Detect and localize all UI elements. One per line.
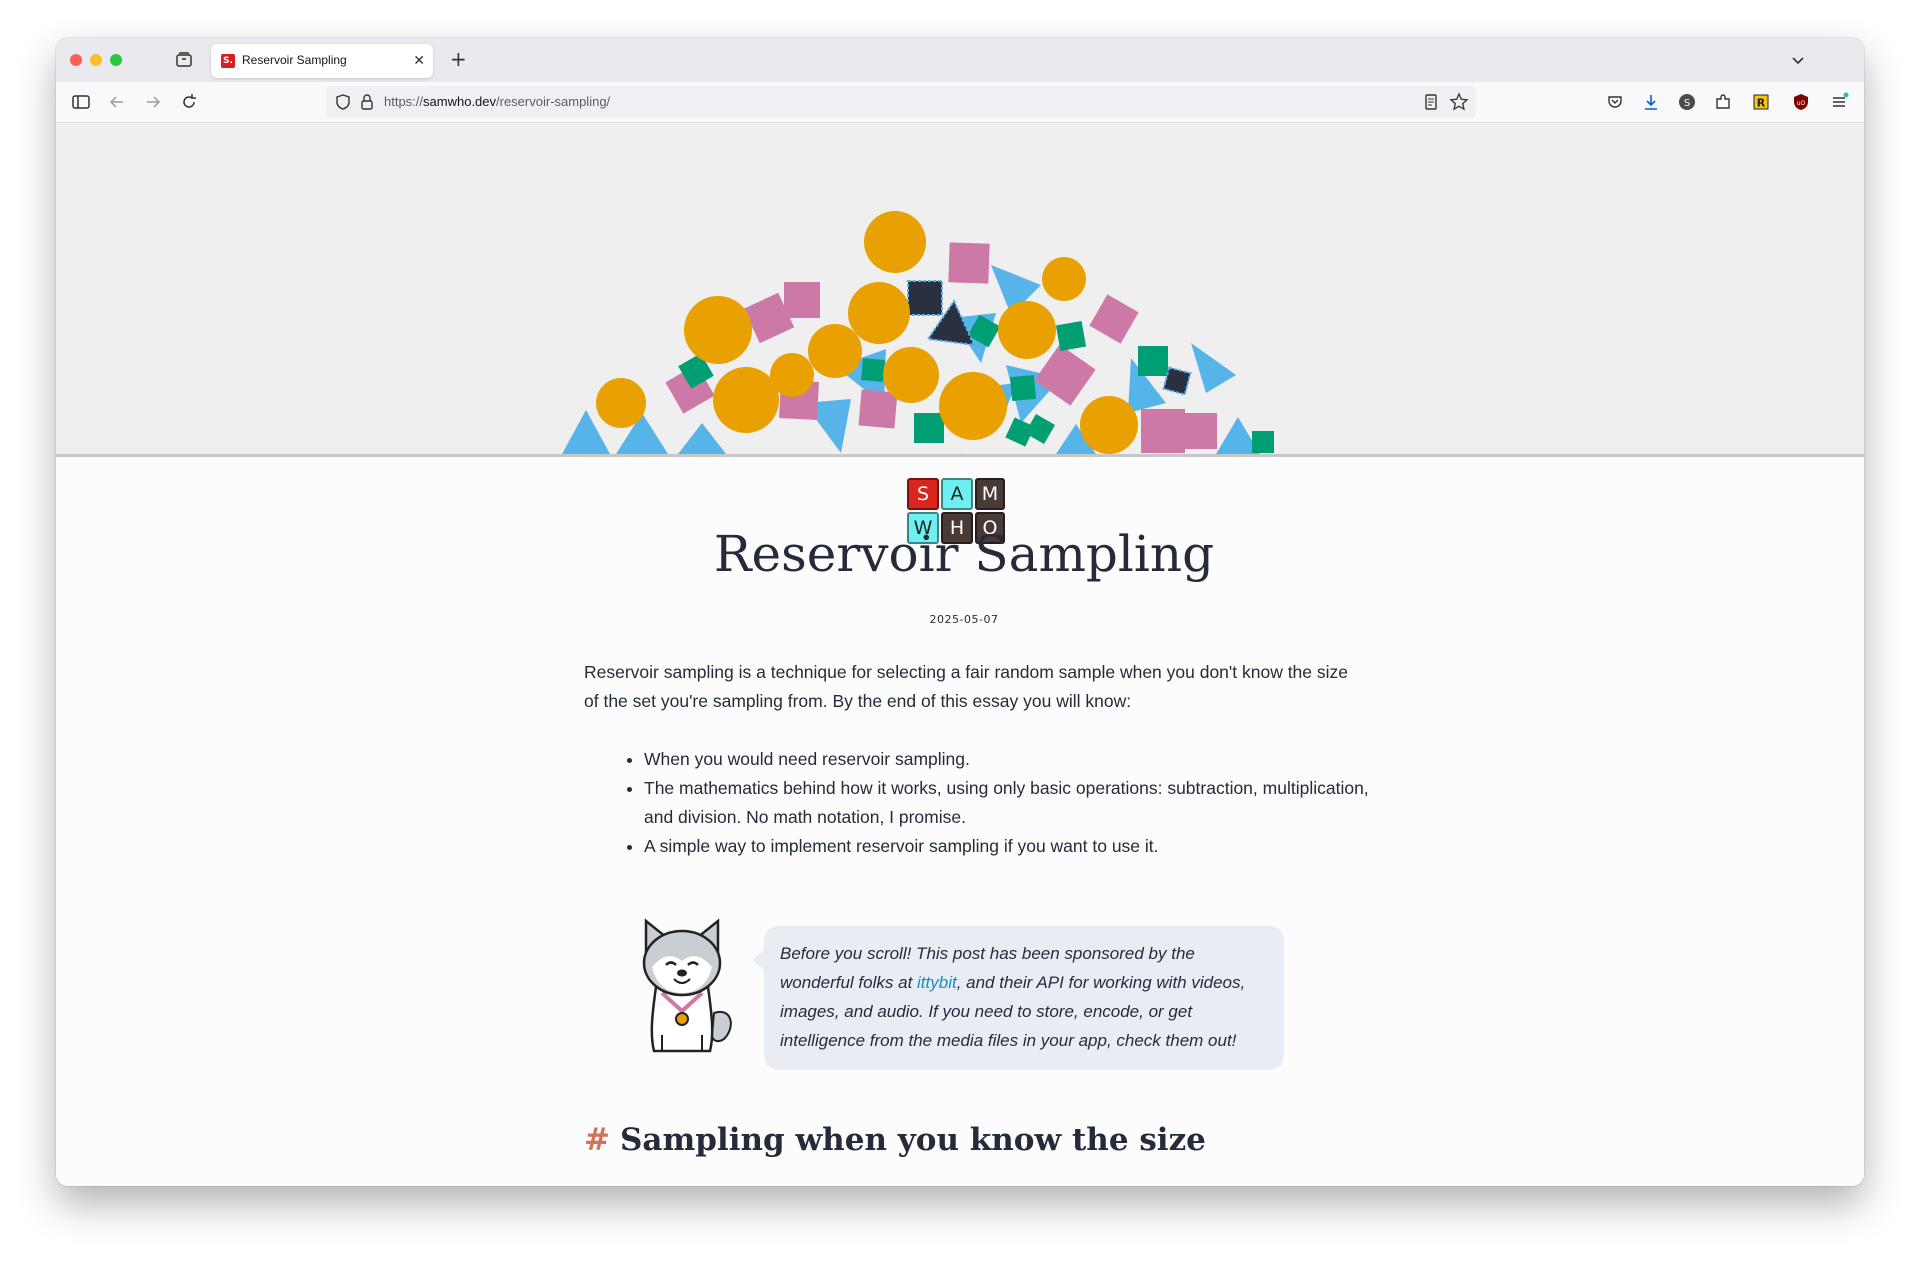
ublock-origin-icon[interactable]: uO <box>1790 91 1812 113</box>
page-title: Reservoir Sampling <box>713 525 1215 583</box>
url-host: samwho.dev <box>423 94 497 109</box>
url-path: /reservoir-sampling/ <box>496 94 611 109</box>
lock-icon[interactable] <box>356 91 378 113</box>
husky-mascot-icon <box>632 915 736 1055</box>
forward-arrow-icon[interactable] <box>142 91 164 113</box>
pocket-icon[interactable] <box>1604 91 1626 113</box>
menu-icon[interactable] <box>1828 91 1850 113</box>
close-window-button[interactable] <box>70 54 82 66</box>
r-extension-icon[interactable]: R <box>1750 91 1772 113</box>
list-item: When you would need reservoir sampling. <box>644 745 1384 774</box>
url-text: https://samwho.dev/reservoir-sampling/ <box>384 94 610 109</box>
heading-anchor-link[interactable]: # <box>584 1122 610 1158</box>
tab-bar: S. Reservoir Sampling ✕ + <box>56 38 1864 82</box>
tab-groups-icon[interactable] <box>174 50 194 70</box>
svg-text:S: S <box>1684 98 1690 109</box>
url-scheme: https:// <box>384 94 424 109</box>
reader-view-icon[interactable] <box>1420 91 1442 113</box>
samwho-favicon-icon: S. <box>221 54 235 68</box>
intro-paragraph: Reservoir sampling is a technique for se… <box>584 662 1349 711</box>
extensions-puzzle-icon[interactable] <box>1712 91 1734 113</box>
section-heading: # Sampling when you know the size <box>584 1122 1206 1158</box>
download-icon[interactable] <box>1640 91 1662 113</box>
back-arrow-icon[interactable] <box>106 91 128 113</box>
learning-goals-list: When you would need reservoir sampling. … <box>624 745 1384 861</box>
tab-reservoir-sampling[interactable]: S. Reservoir Sampling ✕ <box>211 44 433 78</box>
minimize-window-button[interactable] <box>90 54 102 66</box>
list-item: The mathematics behind how it works, usi… <box>644 774 1384 832</box>
sponsor-text: Before you scroll! This post has been sp… <box>780 939 1270 1055</box>
url-bar[interactable]: https://samwho.dev/reservoir-sampling/ <box>326 86 1476 118</box>
tab-title: Reservoir Sampling <box>242 53 347 67</box>
reload-icon[interactable] <box>178 91 200 113</box>
browser-window: S. Reservoir Sampling ✕ + https://samwho… <box>56 38 1864 1186</box>
account-avatar-icon[interactable]: S <box>1676 91 1698 113</box>
zoom-window-button[interactable] <box>110 54 122 66</box>
sidebar-icon[interactable] <box>70 91 92 113</box>
navigation-toolbar: https://samwho.dev/reservoir-sampling/ S… <box>56 82 1864 123</box>
close-tab-icon[interactable]: ✕ <box>413 53 425 69</box>
publish-date: 2025-05-07 <box>929 613 999 626</box>
chevron-down-icon[interactable] <box>1788 50 1808 70</box>
list-item: A simple way to implement reservoir samp… <box>644 832 1384 861</box>
new-tab-icon[interactable]: + <box>450 47 467 71</box>
page-content: S A M W H O Reservoir Sampling 2025-05-0… <box>56 123 1864 1186</box>
shield-icon[interactable] <box>332 91 354 113</box>
svg-text:uO: uO <box>1797 100 1806 107</box>
ittybit-link[interactable]: ittybit <box>917 973 957 992</box>
section-heading-text: Sampling when you know the size <box>619 1122 1206 1158</box>
svg-text:R: R <box>1757 97 1766 110</box>
bookmark-star-icon[interactable] <box>1448 91 1470 113</box>
sponsor-callout: Before you scroll! This post has been sp… <box>752 926 1284 1070</box>
